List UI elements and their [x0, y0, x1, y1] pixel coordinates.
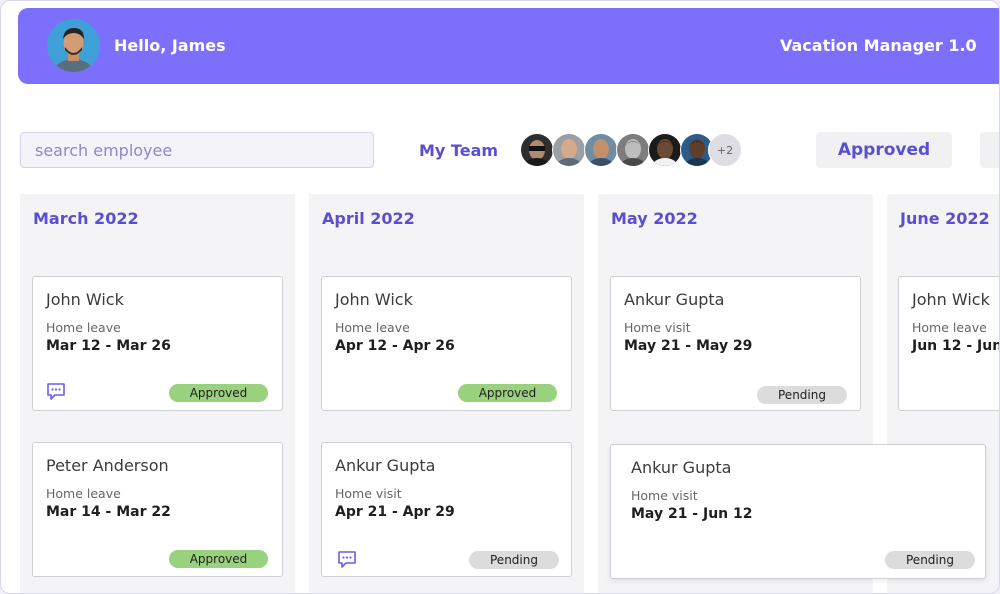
leave-dates: May 21 - Jun 12	[631, 506, 753, 522]
employee-name: Ankur Gupta	[624, 290, 725, 309]
leave-dates: Mar 14 - Mar 22	[46, 504, 171, 520]
my-team-label[interactable]: My Team	[419, 141, 498, 160]
more-team-members-badge[interactable]: +2	[708, 133, 742, 167]
employee-name: John Wick	[335, 290, 413, 309]
leave-type: Home leave	[46, 320, 121, 335]
comment-icon[interactable]	[46, 381, 66, 401]
leave-type: Home leave	[912, 320, 987, 335]
month-title: June 2022	[900, 209, 990, 228]
team-member-avatar[interactable]	[616, 133, 650, 167]
leave-dates: Mar 12 - Mar 26	[46, 338, 171, 354]
leave-dates: Jun 12 - Jun 26	[912, 338, 1000, 354]
employee-name: Ankur Gupta	[631, 458, 732, 477]
user-avatar[interactable]	[47, 19, 100, 72]
leave-dates: Apr 21 - Apr 29	[335, 504, 455, 520]
leave-card[interactable]: John Wick Home leave Mar 12 - Mar 26 App…	[32, 276, 283, 411]
comment-icon[interactable]	[337, 549, 357, 569]
leave-dates: May 21 - May 29	[624, 338, 753, 354]
team-member-avatar[interactable]	[584, 133, 618, 167]
status-badge: Pending	[757, 386, 847, 404]
leave-card[interactable]: Ankur Gupta Home visit May 21 - May 29 P…	[610, 276, 861, 411]
status-badge: Pending	[885, 551, 975, 569]
leave-card[interactable]: Peter Anderson Home leave Mar 14 - Mar 2…	[32, 442, 283, 577]
month-title: April 2022	[322, 209, 415, 228]
leave-card[interactable]: John Wick Home leave Apr 12 - Apr 26 App…	[321, 276, 572, 411]
leave-dates: Apr 12 - Apr 26	[335, 338, 455, 354]
next-filter-button[interactable]	[980, 132, 999, 168]
month-title: March 2022	[33, 209, 139, 228]
leave-type: Home visit	[631, 488, 698, 503]
month-column: March 2022 John Wick Home leave Mar 12 -…	[20, 194, 295, 593]
app-window: Hello, James Vacation Manager 1.0 My Tea…	[0, 0, 1000, 594]
employee-name: John Wick	[46, 290, 124, 309]
month-title: May 2022	[611, 209, 698, 228]
employee-name: John Wick	[912, 290, 990, 309]
month-column: April 2022 John Wick Home leave Apr 12 -…	[309, 194, 584, 593]
team-member-avatar[interactable]	[552, 133, 586, 167]
app-title: Vacation Manager 1.0	[780, 36, 977, 55]
status-badge: Approved	[458, 384, 557, 402]
leave-type: Home visit	[624, 320, 691, 335]
leave-type: Home leave	[46, 486, 121, 501]
employee-name: Peter Anderson	[46, 456, 169, 475]
approved-filter-button[interactable]: Approved	[816, 132, 952, 168]
leave-card[interactable]: Ankur Gupta Home visit Apr 21 - Apr 29 P…	[321, 442, 572, 577]
team-member-avatar[interactable]	[648, 133, 682, 167]
status-badge: Approved	[169, 550, 268, 568]
search-input[interactable]	[20, 132, 374, 168]
team-member-avatar[interactable]	[520, 133, 554, 167]
greeting-text: Hello, James	[114, 36, 226, 55]
status-badge: Approved	[169, 384, 268, 402]
top-header-bar: Hello, James Vacation Manager 1.0	[18, 8, 999, 84]
leave-card-dragging[interactable]: Ankur Gupta Home visit May 21 - Jun 12 P…	[610, 444, 986, 579]
status-badge: Pending	[469, 551, 559, 569]
leave-type: Home visit	[335, 486, 402, 501]
leave-type: Home leave	[335, 320, 410, 335]
leave-card[interactable]: John Wick Home leave Jun 12 - Jun 26	[898, 276, 1000, 411]
employee-name: Ankur Gupta	[335, 456, 436, 475]
